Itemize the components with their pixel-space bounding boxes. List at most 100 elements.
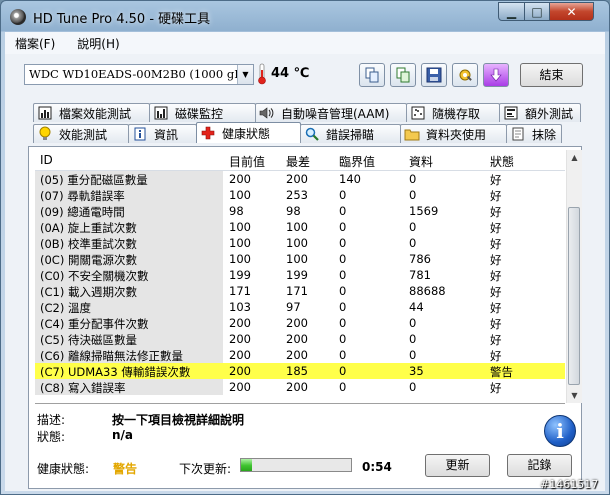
close-button[interactable]: ✕ [549, 2, 594, 21]
maximize-button[interactable]: □ [524, 2, 550, 21]
cell-worst: 199 [286, 268, 308, 282]
cell-current: 199 [229, 268, 251, 282]
vertical-scrollbar[interactable]: ▲ ▼ [566, 150, 582, 403]
cell-current: 100 [229, 188, 251, 202]
tab-row-1: 檔案效能測試 磁碟監控 自動噪音管理(AAM) 隨機存取 額外測試 [33, 103, 581, 123]
tab-aam[interactable]: 自動噪音管理(AAM) [255, 103, 407, 122]
cell-status: 好 [490, 253, 502, 267]
download-button[interactable] [483, 63, 509, 87]
col-header-data[interactable]: 資料 [409, 153, 433, 170]
cell-threshold: 0 [339, 236, 347, 250]
cell-threshold: 0 [339, 364, 347, 378]
health-panel: ID 目前值 最差 臨界值 資料 狀態 (05) 重分配磁區數量 200 200 14… [28, 146, 582, 489]
tab-error-scan[interactable]: 錯誤掃瞄 [300, 124, 401, 143]
cell-id: (0C) 開關電源次數 [35, 251, 223, 267]
copy-all-button[interactable] [390, 63, 416, 87]
window-title: HD Tune Pro 4.50 - 硬碟工具 [33, 12, 211, 27]
cell-status: 好 [490, 301, 502, 315]
col-header-worst[interactable]: 最差 [286, 153, 310, 170]
next-update-progress [240, 458, 352, 472]
info-icon[interactable]: i [544, 415, 576, 447]
tab-folder-usage[interactable]: 資料夾使用 [400, 124, 507, 143]
tab-file-benchmark[interactable]: 檔案效能測試 [33, 103, 150, 122]
col-header-id[interactable]: ID [40, 153, 53, 167]
options-button[interactable] [452, 63, 478, 87]
refresh-button[interactable]: 更新 [425, 454, 490, 477]
table-row[interactable]: (C7) UDMA33 傳輸錯誤次數 200 185 0 35 警告 [35, 363, 565, 379]
menu-help[interactable]: 說明(H) [77, 35, 119, 52]
tab-label: 資訊 [154, 127, 179, 142]
random-access-icon [410, 105, 426, 121]
scroll-down-icon[interactable]: ▼ [567, 388, 582, 403]
cell-worst: 97 [286, 300, 301, 314]
tab-benchmark[interactable]: 效能測試 [33, 124, 129, 143]
item-status-label: 狀態: [37, 430, 66, 444]
red-cross-icon [200, 125, 216, 141]
table-row[interactable]: (C0) 不安全關機次數 199 199 0 781 好 [35, 267, 565, 283]
table-row[interactable]: (0A) 旋上重試次數 100 100 0 0 好 [35, 219, 565, 235]
cell-id: (C5) 待決磁區數量 [35, 331, 223, 347]
tab-health[interactable]: 健康狀態 [196, 122, 301, 143]
tab-erase[interactable]: 抹除 [506, 124, 562, 143]
smart-table: ID 目前值 最差 臨界值 資料 狀態 (05) 重分配磁區數量 200 200 14… [35, 150, 565, 404]
col-header-status[interactable]: 狀態 [490, 153, 514, 170]
tab-info[interactable]: 資訊 [128, 124, 197, 143]
copy-text-button[interactable] [359, 63, 385, 87]
description-label: 描述: [37, 413, 66, 427]
log-button[interactable]: 記錄 [507, 454, 572, 477]
table-row[interactable]: (C8) 寫入錯誤率 200 200 0 0 好 [35, 379, 565, 395]
cell-id: (0B) 校準重試次數 [35, 235, 223, 251]
cell-id: (09) 總通電時間 [35, 203, 223, 219]
monitor-chart-icon [153, 105, 169, 121]
cell-threshold: 0 [339, 332, 347, 346]
tab-disk-monitor[interactable]: 磁碟監控 [149, 103, 256, 122]
scroll-thumb[interactable] [568, 207, 580, 385]
cell-id: (C4) 重分配事件次數 [35, 315, 223, 331]
minimize-button[interactable]: ▁ [498, 2, 525, 21]
cell-id: (C1) 載入週期次數 [35, 283, 223, 299]
table-row[interactable]: (09) 總通電時間 98 98 0 1569 好 [35, 203, 565, 219]
cell-current: 100 [229, 252, 251, 266]
cell-status: 好 [490, 333, 502, 347]
drive-select[interactable]: WDC WD10EADS-00M2B0 (1000 gB) ▼ [24, 64, 254, 85]
item-status-value: n/a [112, 428, 134, 442]
cell-current: 100 [229, 236, 251, 250]
save-button[interactable] [421, 63, 447, 87]
copy-icon [365, 67, 379, 83]
cell-status: 好 [490, 285, 502, 299]
col-header-current[interactable]: 目前值 [229, 153, 265, 170]
cell-data: 0 [409, 188, 417, 202]
lightbulb-icon [37, 126, 53, 142]
menu-file[interactable]: 檔案(F) [15, 35, 55, 52]
options-tools-icon [459, 69, 472, 81]
scroll-up-icon[interactable]: ▲ [567, 150, 582, 165]
tab-random-access[interactable]: 隨機存取 [406, 103, 500, 122]
table-row[interactable]: (C2) 溫度 103 97 0 44 好 [35, 299, 565, 315]
thermometer-icon [258, 63, 266, 85]
table-row[interactable]: (C5) 待決磁區數量 200 200 0 0 好 [35, 331, 565, 347]
table-row[interactable]: (0C) 開關電源次數 100 100 0 786 好 [35, 251, 565, 267]
chevron-down-icon[interactable]: ▼ [237, 65, 253, 84]
col-header-threshold[interactable]: 臨界值 [339, 153, 375, 170]
tab-label: 健康狀態 [222, 126, 271, 141]
cell-worst: 100 [286, 220, 308, 234]
maximize-icon: □ [531, 4, 543, 19]
table-row[interactable]: (07) 尋軌錯誤率 100 253 0 0 好 [35, 187, 565, 203]
exit-button[interactable]: 結束 [520, 63, 583, 87]
table-row[interactable]: (C6) 離線掃瞄無法修正數量 200 200 0 0 好 [35, 347, 565, 363]
cell-threshold: 0 [339, 300, 347, 314]
cell-worst: 100 [286, 236, 308, 250]
cell-current: 200 [229, 172, 251, 186]
table-row[interactable]: (05) 重分配磁區數量 200 200 140 0 好 [35, 171, 565, 187]
table-row[interactable]: (C1) 載入週期次數 171 171 0 88688 好 [35, 283, 565, 299]
cell-id: (05) 重分配磁區數量 [35, 171, 223, 187]
table-row[interactable]: (0B) 校準重試次數 100 100 0 0 好 [35, 235, 565, 251]
cell-data: 1569 [409, 204, 439, 218]
cell-threshold: 0 [339, 188, 347, 202]
cell-worst: 171 [286, 284, 308, 298]
title-bar[interactable]: HD Tune Pro 4.50 - 硬碟工具 ▁ □ ✕ [1, 1, 609, 31]
tab-extra-tests[interactable]: 額外測試 [499, 103, 581, 122]
cell-threshold: 140 [339, 172, 361, 186]
floppy-disk-icon [426, 67, 442, 83]
table-row[interactable]: (C4) 重分配事件次數 200 200 0 0 好 [35, 315, 565, 331]
